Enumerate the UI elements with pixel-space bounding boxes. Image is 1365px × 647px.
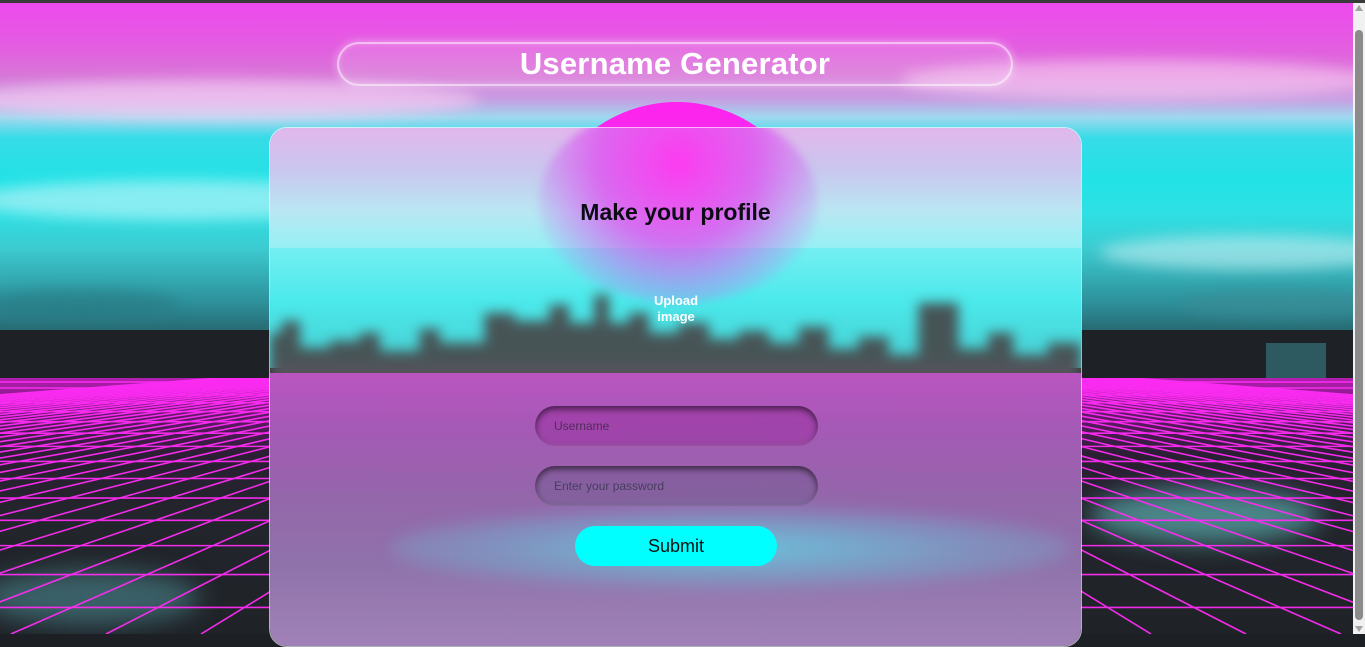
window-top-border <box>0 0 1365 3</box>
scroll-down-arrow-icon[interactable] <box>1355 626 1363 632</box>
upload-image-button[interactable]: Upload image <box>626 293 726 339</box>
password-input[interactable] <box>535 466 818 506</box>
username-input[interactable] <box>535 406 818 446</box>
card-content: Make your profile Upload image Submit <box>270 128 1081 646</box>
title-banner: Username Generator <box>337 42 1013 86</box>
vertical-scrollbar[interactable] <box>1353 3 1365 634</box>
scroll-up-arrow-icon[interactable] <box>1355 5 1363 11</box>
scrollbar-thumb[interactable] <box>1355 30 1363 620</box>
card-heading: Make your profile <box>580 199 771 225</box>
upload-image-label: Upload image <box>653 293 699 324</box>
building <box>1085 333 1165 348</box>
profile-card: Make your profile Upload image Submit <box>269 127 1082 647</box>
building <box>155 336 191 356</box>
submit-button[interactable]: Submit <box>575 526 777 566</box>
page-title: Username Generator <box>519 46 831 81</box>
building <box>1266 343 1326 378</box>
